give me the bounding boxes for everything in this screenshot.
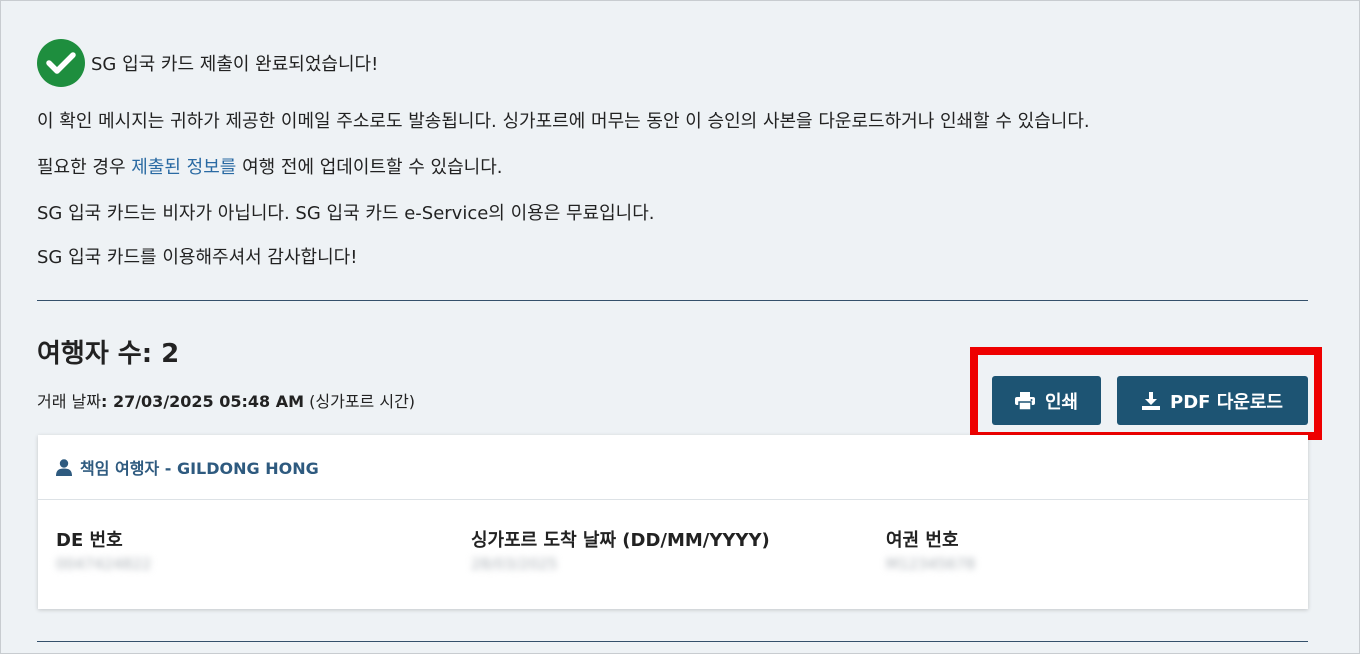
passport-number-value: M12345678: [886, 555, 976, 573]
de-number-label: DE 번호: [56, 530, 123, 551]
transaction-timezone: (싱가포르 시간): [304, 392, 416, 411]
de-number-value: 0047424822: [56, 555, 152, 573]
pdf-download-label: PDF 다운로드: [1170, 391, 1283, 413]
print-button[interactable]: 인쇄: [992, 376, 1101, 425]
email-notice: 이 확인 메시지는 귀하가 제공한 이메일 주소로도 발송됩니다. 싱가포르에 …: [37, 111, 1090, 132]
download-icon: [1142, 391, 1161, 410]
thanks-message: SG 입국 카드를 이용해주셔서 감사합니다!: [37, 247, 358, 268]
traveler-card: 책임 여행자 - GILDONG HONG DE 번호 0047424822 싱…: [38, 435, 1308, 609]
arrival-date-value: 28/03/2025: [471, 555, 558, 573]
print-label: 인쇄: [1044, 391, 1079, 413]
passport-number-label: 여권 번호: [886, 530, 959, 551]
traveler-card-header: 책임 여행자 - GILDONG HONG: [38, 435, 1308, 500]
section-divider: [37, 300, 1308, 301]
submitted-info-link[interactable]: 제출된 정보를: [131, 157, 236, 178]
travelers-count: 여행자 수: 2: [37, 339, 180, 369]
transaction-date-value: : 27/03/2025 05:48 AM: [100, 392, 305, 411]
success-row: SG 입국 카드 제출이 완료되었습니다!: [37, 39, 378, 87]
transaction-date: 거래 날짜: 27/03/2025 05:48 AM (싱가포르 시간): [37, 388, 415, 412]
traveler-card-title: 책임 여행자 - GILDONG HONG: [80, 459, 319, 478]
bottom-divider: [37, 641, 1308, 642]
visa-notice: SG 입국 카드는 비자가 아닙니다. SG 입국 카드 e-Service의 …: [37, 203, 655, 224]
transaction-date-label: 거래 날짜: [37, 392, 101, 411]
arrival-date-label: 싱가포르 도착 날짜 (DD/MM/YYYY): [471, 530, 770, 551]
user-icon: [56, 458, 72, 476]
update-notice: 필요한 경우 제출된 정보를 여행 전에 업데이트할 수 있습니다.: [37, 153, 503, 179]
update-prefix: 필요한 경우: [37, 157, 132, 178]
printer-icon: [1014, 391, 1035, 410]
success-title: SG 입국 카드 제출이 완료되었습니다!: [91, 54, 379, 75]
update-suffix: 여행 전에 업데이트할 수 있습니다.: [236, 157, 503, 178]
pdf-download-button[interactable]: PDF 다운로드: [1117, 376, 1308, 425]
check-circle-icon: [37, 39, 85, 87]
